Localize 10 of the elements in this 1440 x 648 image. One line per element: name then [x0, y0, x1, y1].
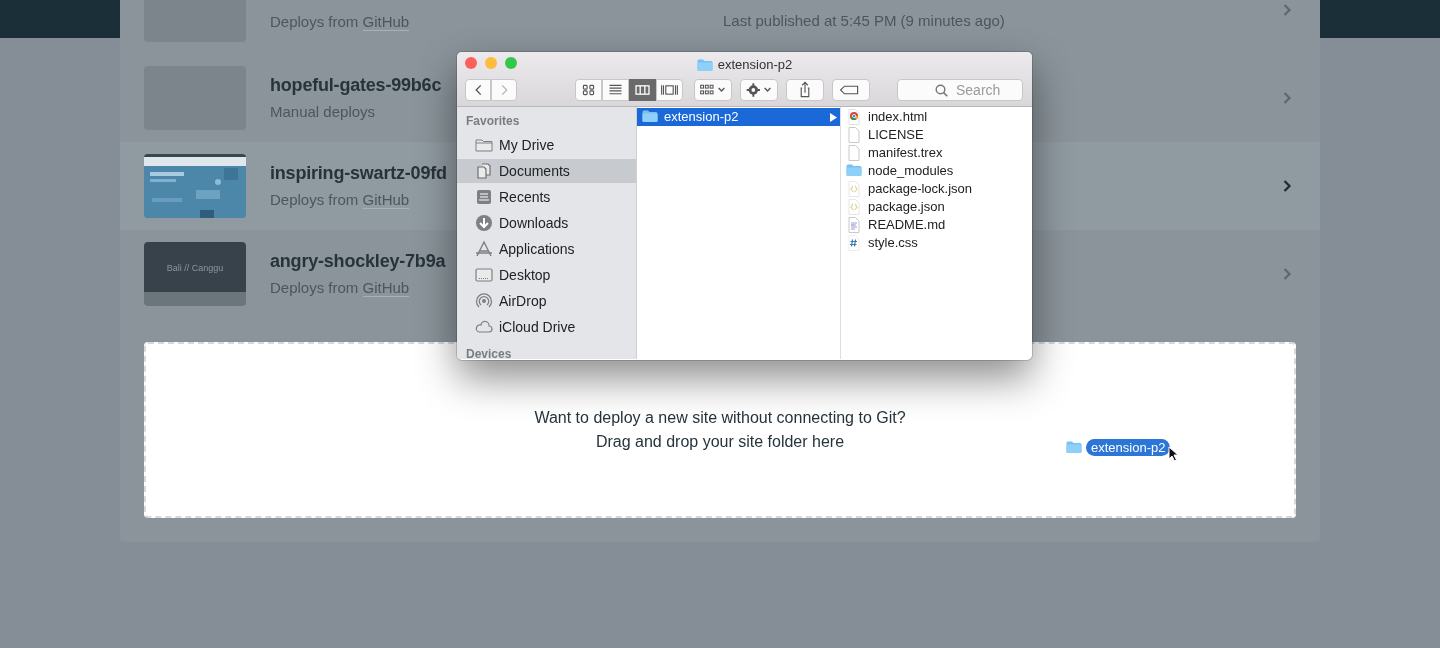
deploy-source: Deploys from GitHub: [270, 279, 410, 298]
drop-instructions: Want to deploy a new site without connecting to Git? Drag and drop your site folder here: [534, 408, 906, 452]
sidebar-heading: Favorites: [465, 114, 521, 129]
thumbnail-caption: Bali // Canggu: [166, 262, 224, 274]
sidebar-heading: Devices: [465, 347, 513, 359]
deploy-source: Manual deploys: [270, 103, 376, 121]
window-title: extension-p2: [717, 56, 793, 74]
deploy-source: Deploys from GitHub: [270, 12, 410, 31]
deploy-source: Deploys from GitHub: [270, 191, 410, 210]
published-text: Last published at 5:45 PM (9 minutes ago): [723, 10, 1005, 31]
